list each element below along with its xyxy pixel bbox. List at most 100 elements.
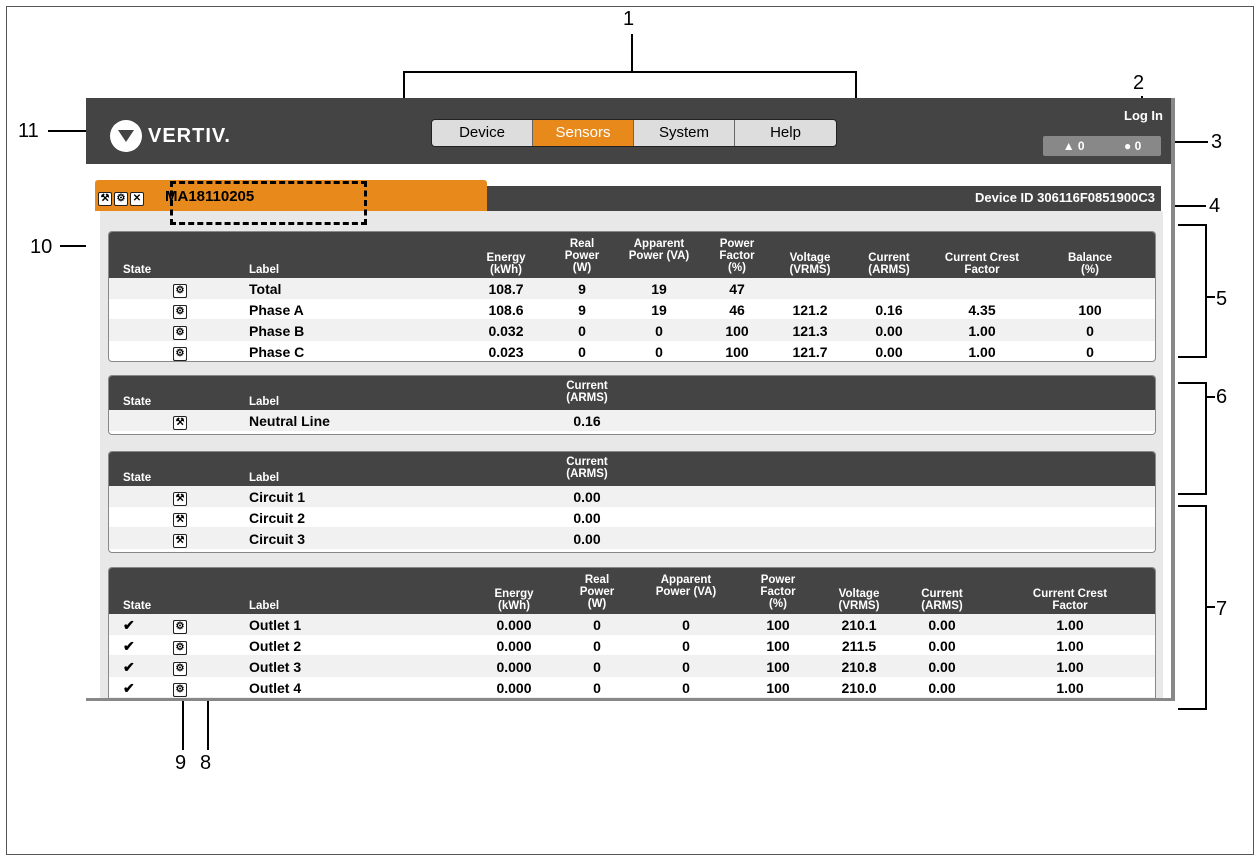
alert-counters[interactable]: ▲ 0 ● 0 bbox=[1043, 136, 1161, 156]
row-label: Circuit 2 bbox=[249, 510, 306, 526]
cell-value: 0.000 bbox=[496, 659, 532, 675]
col-state: State bbox=[123, 600, 152, 612]
wrench-icon[interactable]: ⚒ bbox=[173, 534, 187, 548]
col-state: State bbox=[123, 396, 152, 408]
col-current: Current (ARMS) bbox=[868, 252, 910, 276]
cell-value: 0.00 bbox=[928, 680, 956, 696]
cell-value: 0 bbox=[578, 323, 586, 339]
cell-value: 9 bbox=[578, 302, 586, 318]
cell-value: 0 bbox=[1086, 323, 1094, 339]
cell-value: 100 bbox=[766, 638, 790, 654]
gear-icon[interactable]: ⚙ bbox=[173, 347, 187, 361]
tab-sensors[interactable]: Sensors bbox=[533, 120, 634, 146]
cell-value: 1.00 bbox=[1056, 617, 1084, 633]
col-label: Label bbox=[249, 600, 280, 612]
table-row: ✔⚒⚙Outlet 50.00000100211.00.001.00 bbox=[109, 698, 1155, 701]
cell-value: 1.00 bbox=[1056, 680, 1084, 696]
cell-value: 0.000 bbox=[496, 617, 532, 633]
col-apparent-power: Apparent Power (VA) bbox=[655, 574, 717, 598]
trash-icon[interactable]: ✕ bbox=[130, 191, 144, 206]
cell-value: 0 bbox=[682, 659, 690, 675]
wrench-icon[interactable]: ⚒ bbox=[173, 416, 187, 430]
col-power-factor: Power Factor (%) bbox=[719, 238, 755, 274]
cell-value: 0 bbox=[682, 680, 690, 696]
cell-value: 0 bbox=[593, 680, 601, 696]
cell-value: 210.0 bbox=[841, 680, 877, 696]
callout-line bbox=[1205, 296, 1215, 298]
callout-line bbox=[1178, 505, 1207, 507]
row-label: Outlet 2 bbox=[249, 638, 302, 654]
row-label: Circuit 1 bbox=[249, 489, 306, 505]
login-link[interactable]: Log In bbox=[1124, 108, 1163, 123]
gear-icon[interactable]: ⚙ bbox=[173, 641, 187, 655]
cell-value: 0.16 bbox=[573, 413, 601, 429]
circuit-table: State Label Current (ARMS) ⚒ Circuit 1 0.0… bbox=[108, 451, 1156, 553]
gear-icon[interactable]: ⚙ bbox=[173, 683, 187, 697]
table-row: ✔⚒⚙Outlet 10.00000100210.10.001.00 bbox=[109, 614, 1155, 635]
device-id: Device ID 306116F0851900C3 bbox=[975, 190, 1155, 205]
gear-icon[interactable]: ⚙ bbox=[173, 620, 187, 634]
cell-value: 1.00 bbox=[1056, 659, 1084, 675]
col-crest-factor: Current Crest Factor bbox=[944, 252, 1020, 276]
cell-value: 0.023 bbox=[488, 344, 524, 360]
device-name-highlight bbox=[170, 181, 367, 225]
cell-value: 0.00 bbox=[573, 531, 601, 547]
callout-line bbox=[403, 71, 857, 73]
cell-value: 0 bbox=[593, 617, 601, 633]
table-row: ✔⚒⚙Outlet 40.00000100210.00.001.00 bbox=[109, 677, 1155, 698]
col-current: Current (ARMS) bbox=[921, 588, 963, 612]
cell-value: 0 bbox=[578, 344, 586, 360]
warning-count: ▲ 0 bbox=[1062, 139, 1085, 153]
row-label: Phase B bbox=[249, 323, 305, 339]
table-row: ⚒ Circuit 3 0.00 bbox=[109, 528, 1155, 549]
tab-device[interactable]: Device bbox=[432, 120, 533, 146]
cell-value: 1.00 bbox=[1056, 638, 1084, 654]
cell-value: 100 bbox=[766, 617, 790, 633]
cell-value: 47 bbox=[729, 281, 745, 297]
col-current: Current (ARMS) bbox=[566, 456, 608, 480]
gear-icon[interactable]: ⚙ bbox=[173, 662, 187, 676]
callout-line bbox=[1178, 493, 1207, 495]
cell-value: 210.1 bbox=[841, 617, 877, 633]
wrench-icon[interactable]: ⚒ bbox=[173, 513, 187, 527]
col-real-power: Real Power (W) bbox=[564, 238, 600, 274]
sensor-tables: State Label Energy (kWh) Real Power (W) … bbox=[100, 211, 1163, 698]
device-actions: ⚒ ⚙ ✕ bbox=[98, 190, 146, 208]
cell-value: 0.000 bbox=[496, 680, 532, 696]
col-balance: Balance (%) bbox=[1067, 252, 1113, 276]
cell-value: 100 bbox=[725, 344, 749, 360]
wrench-icon[interactable]: ⚒ bbox=[173, 492, 187, 506]
tab-system[interactable]: System bbox=[634, 120, 735, 146]
cell-value: 100 bbox=[1078, 302, 1102, 318]
gear-icon[interactable]: ⚙ bbox=[173, 326, 187, 340]
cell-value: 121.2 bbox=[792, 302, 828, 318]
cell-value: 1.00 bbox=[968, 344, 996, 360]
col-voltage: Voltage (VRMS) bbox=[838, 588, 880, 612]
col-state: State bbox=[123, 472, 152, 484]
cell-value: 19 bbox=[651, 302, 667, 318]
callout-line bbox=[1178, 356, 1207, 358]
gear-icon[interactable]: ⚙ bbox=[173, 305, 187, 319]
cell-value: 0 bbox=[682, 617, 690, 633]
cell-value: 0.00 bbox=[928, 659, 956, 675]
callout-9: 9 bbox=[175, 752, 187, 774]
table-row: ✔⚒⚙Outlet 30.00000100210.80.001.00 bbox=[109, 656, 1155, 677]
row-label: ✔ bbox=[123, 659, 135, 675]
col-label: Label bbox=[249, 472, 280, 484]
table-row: ⚒⚙Total108.791947 bbox=[109, 278, 1155, 299]
row-label: Outlet 4 bbox=[249, 680, 302, 696]
cell-value: 0.00 bbox=[573, 510, 601, 526]
callout-line bbox=[631, 34, 633, 72]
tab-help[interactable]: Help bbox=[735, 120, 836, 146]
vertiv-logo-icon bbox=[110, 120, 142, 152]
wrench-icon[interactable]: ⚒ bbox=[98, 191, 112, 206]
gear-icon[interactable]: ⚙ bbox=[173, 284, 187, 298]
top-bar: VERTIV. Device Sensors System Help Log I… bbox=[86, 98, 1171, 164]
cell-value: 100 bbox=[766, 680, 790, 696]
gear-icon[interactable]: ⚙ bbox=[114, 191, 128, 206]
content-area: ⚒ ⚙ ✕ MA18110205 Device ID 306116F0851900C… bbox=[86, 164, 1171, 698]
cell-value: 0 bbox=[655, 323, 663, 339]
cell-value: 4.35 bbox=[968, 302, 996, 318]
callout-line bbox=[1178, 224, 1207, 226]
row-label: Outlet 3 bbox=[249, 659, 302, 675]
